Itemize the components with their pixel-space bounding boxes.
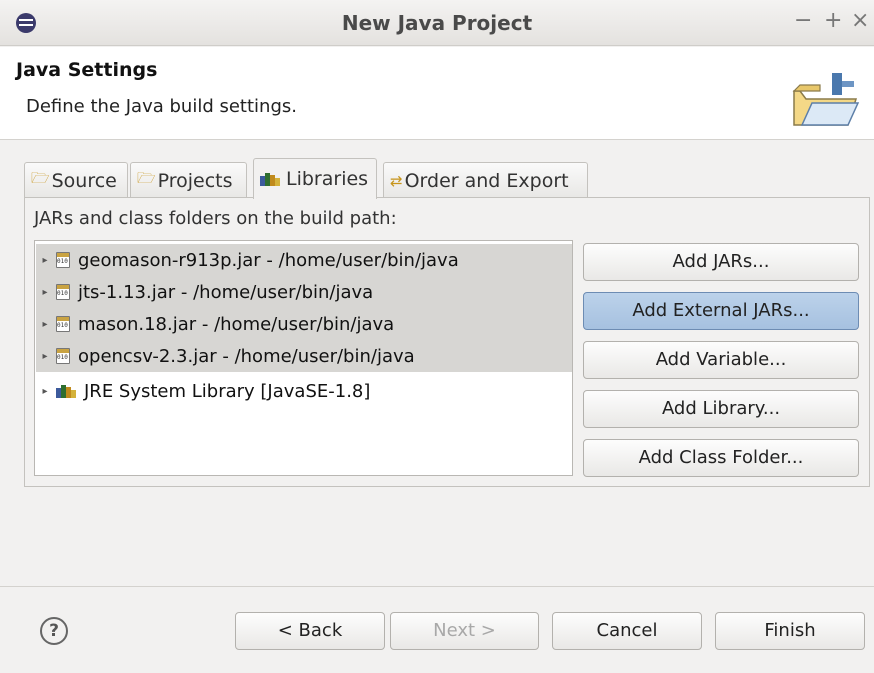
expand-arrow-icon[interactable]: ▸ [36,319,54,330]
cancel-button[interactable]: Cancel [552,612,702,650]
jar-icon [56,348,70,364]
list-item[interactable]: ▸ opencsv-2.3.jar - /home/user/bin/java [36,340,572,372]
add-class-folder-button[interactable]: Add Class Folder... [583,439,859,477]
back-button[interactable]: < Back [235,612,385,650]
source-folder-icon: 🗁 [31,169,50,187]
wizard-header: Java Settings Define the Java build sett… [0,47,874,140]
build-path-list[interactable]: ▸ geomason-r913p.jar - /home/user/bin/ja… [34,240,573,476]
tab-order-export-label: Order and Export [404,169,569,192]
help-icon[interactable]: ? [40,617,68,645]
list-item-label: JRE System Library [JavaSE-1.8] [84,380,371,402]
tab-libraries-label: Libraries [286,168,369,190]
list-item[interactable]: ▸ JRE System Library [JavaSE-1.8] [36,375,572,407]
build-path-label: JARs and class folders on the build path… [34,208,397,229]
projects-folder-icon: 🗁 [137,169,156,187]
list-item[interactable]: ▸ geomason-r913p.jar - /home/user/bin/ja… [36,244,572,276]
tab-order-and-export[interactable]: ⇄ Order and Export [383,162,588,198]
add-library-button[interactable]: Add Library... [583,390,859,428]
next-button[interactable]: Next > [390,612,539,650]
list-item[interactable]: ▸ mason.18.jar - /home/user/bin/java [36,308,572,340]
list-item-label: opencsv-2.3.jar - /home/user/bin/java [78,345,415,367]
library-icon [56,384,76,398]
tab-projects-label: Projects [157,169,233,192]
order-export-icon: ⇄ [390,171,403,190]
page-description: Define the Java build settings. [26,96,297,117]
libraries-icon [260,172,280,186]
new-project-folder-icon [792,73,860,126]
footer-separator [0,586,874,587]
finish-button[interactable]: Finish [715,612,865,650]
list-item-label: geomason-r913p.jar - /home/user/bin/java [78,249,459,271]
list-item[interactable]: ▸ jts-1.13.jar - /home/user/bin/java [36,276,572,308]
tab-source-label: Source [51,169,117,192]
expand-arrow-icon[interactable]: ▸ [36,255,54,266]
expand-arrow-icon[interactable]: ▸ [36,287,54,298]
add-variable-button[interactable]: Add Variable... [583,341,859,379]
window-title: New Java Project [341,11,533,35]
expand-arrow-icon[interactable]: ▸ [36,386,54,397]
list-item-label: mason.18.jar - /home/user/bin/java [78,313,395,335]
jar-icon [56,252,70,268]
tab-libraries[interactable]: Libraries [253,158,377,199]
list-item-label: jts-1.13.jar - /home/user/bin/java [78,281,374,303]
jar-icon [56,316,70,332]
add-jars-button[interactable]: Add JARs... [583,243,859,281]
jar-icon [56,284,70,300]
maximize-button[interactable]: + [824,8,842,33]
page-title: Java Settings [16,59,158,81]
minimize-button[interactable]: − [794,8,812,33]
tab-source[interactable]: 🗁 Source [24,162,128,198]
title-bar: New Java Project − + × [0,0,874,46]
close-button[interactable]: × [851,8,869,33]
tab-projects[interactable]: 🗁 Projects [130,162,247,198]
add-external-jars-button[interactable]: Add External JARs... [583,292,859,330]
expand-arrow-icon[interactable]: ▸ [36,351,54,362]
